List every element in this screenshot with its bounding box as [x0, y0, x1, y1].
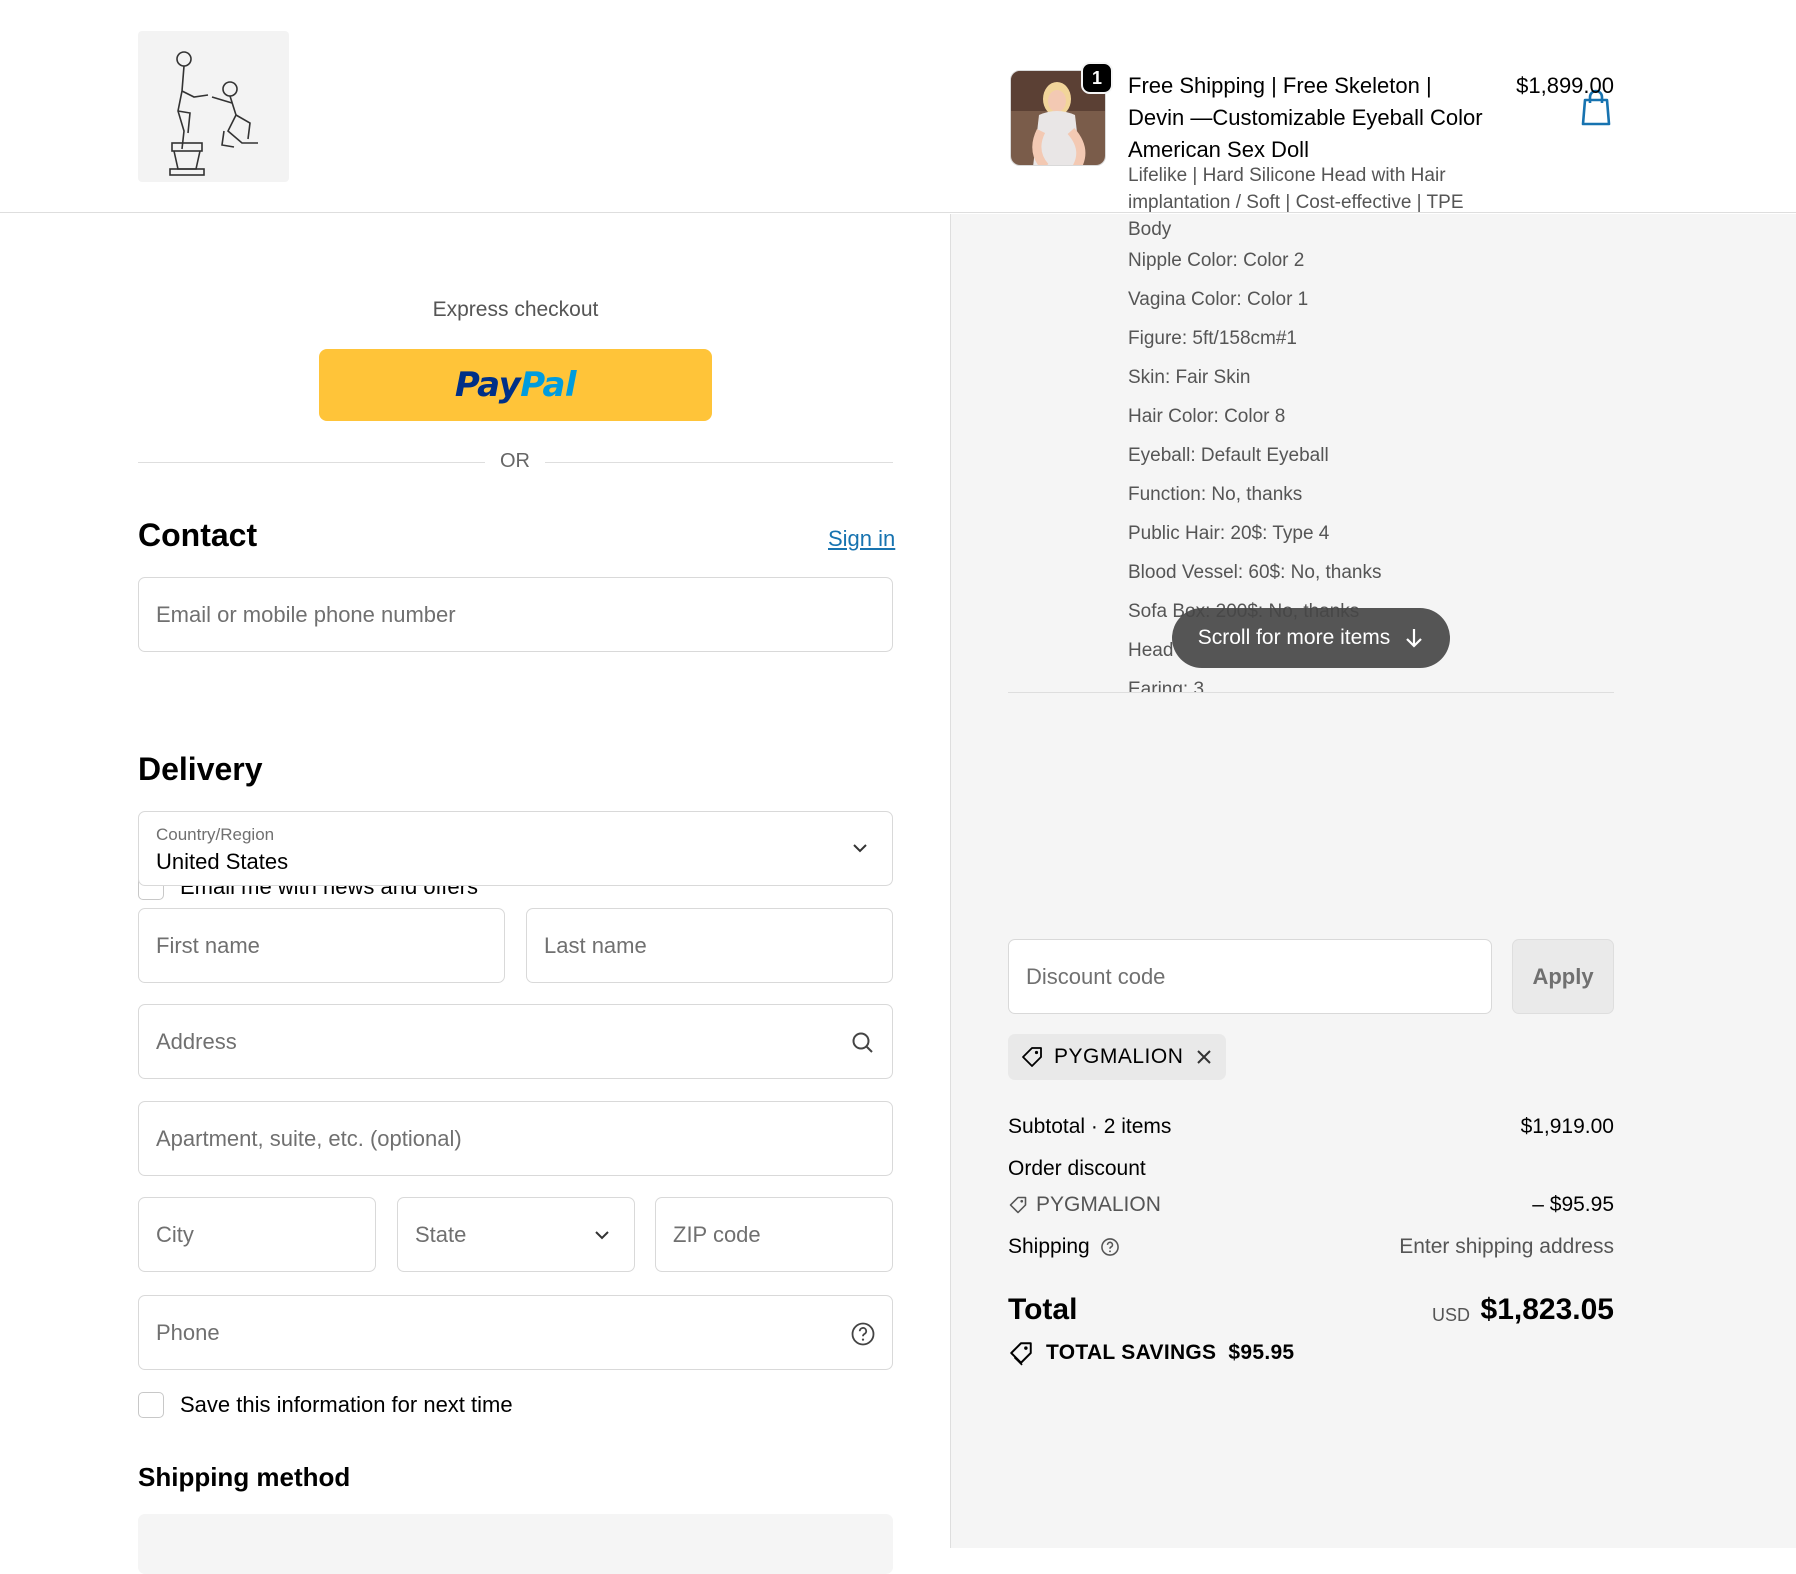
contact-heading: Contact	[138, 517, 258, 553]
shipping-value: Enter shipping address	[1399, 1235, 1614, 1258]
product-option: Public Hair: 20$: Type 4	[1128, 523, 1330, 544]
apply-button[interactable]: Apply	[1512, 939, 1614, 1014]
product-option: Earing: 3	[1128, 679, 1205, 692]
total-currency: USD	[1432, 1305, 1471, 1325]
product-option: Hair Color: Color 8	[1128, 406, 1286, 427]
shipping-method-heading: Shipping method	[138, 1462, 351, 1492]
paypal-logo-part1: Pay	[454, 365, 521, 405]
delivery-heading: Delivery	[138, 751, 263, 787]
summary-divider	[1008, 692, 1614, 693]
zip-field[interactable]	[655, 1197, 893, 1272]
country-select[interactable]: Country/Region United States	[138, 811, 893, 886]
product-option: Head	[1128, 640, 1174, 661]
city-field[interactable]	[138, 1197, 376, 1272]
or-text: OR	[485, 450, 545, 473]
help-circle-icon[interactable]	[850, 1321, 876, 1347]
applied-discount-chip: PYGMALION	[1008, 1034, 1226, 1080]
quantity-badge: 1	[1081, 62, 1113, 94]
header	[0, 0, 1796, 213]
help-circle-icon[interactable]	[1100, 1237, 1120, 1257]
arrow-down-icon	[1406, 629, 1423, 648]
product-title: Free Shipping | Free Skeleton | Devin —C…	[1128, 73, 1483, 162]
subtotal-value: $1,919.00	[1520, 1115, 1614, 1138]
discount-input[interactable]	[1009, 940, 1491, 1013]
savings-label: TOTAL SAVINGS	[1046, 1341, 1217, 1364]
city-input[interactable]	[139, 1198, 375, 1271]
product-price: $1,899.00	[1516, 73, 1614, 98]
phone-input[interactable]	[139, 1296, 892, 1369]
scroll-for-more-button[interactable]: Scroll for more items	[1172, 608, 1450, 668]
discount-code: PYGMALION	[1036, 1193, 1161, 1216]
tag-icon	[1022, 1047, 1042, 1067]
shipping-method-box	[138, 1514, 893, 1574]
address-input[interactable]	[139, 1005, 892, 1078]
first-name-field[interactable]	[138, 908, 505, 983]
save-info-label: Save this information for next time	[180, 1392, 513, 1417]
scroll-pill-label: Scroll for more items	[1197, 626, 1391, 649]
applied-code: PYGMALION	[1054, 1045, 1184, 1068]
product-option: Eyeball: Default Eyeball	[1128, 445, 1329, 466]
chevron-down-icon	[853, 844, 867, 853]
sign-in-link[interactable]: Sign in	[828, 526, 895, 552]
email-input[interactable]	[139, 578, 892, 651]
state-select[interactable]: State	[397, 1197, 635, 1272]
product-option: Skin: Fair Skin	[1128, 367, 1251, 388]
last-name-field[interactable]	[526, 908, 893, 983]
country-label: Country/Region	[156, 825, 275, 844]
save-info-checkbox-row[interactable]: Save this information for next time	[138, 1392, 513, 1418]
total-savings: TOTAL SAVINGS $95.95	[1008, 1340, 1294, 1366]
paypal-button[interactable]: PayPal	[319, 349, 712, 421]
product-description: Lifelike | Hard Silicone Head with Hair …	[1128, 165, 1464, 240]
email-field[interactable]	[138, 577, 893, 652]
store-logo[interactable]	[138, 31, 289, 182]
tags-icon	[1010, 1342, 1032, 1366]
search-icon	[852, 1032, 873, 1053]
close-icon[interactable]	[1194, 1047, 1214, 1067]
apartment-input[interactable]	[139, 1102, 892, 1175]
apartment-field[interactable]	[138, 1101, 893, 1176]
subtotal-label: Subtotal · 2 items	[1008, 1115, 1172, 1138]
savings-value: $95.95	[1228, 1341, 1295, 1364]
express-checkout-title: Express checkout	[432, 298, 599, 321]
total-label: Total	[1008, 1293, 1078, 1326]
checkout-form: Express checkout PayPal OR Contact Sign …	[0, 214, 950, 1574]
order-discount-label: Order discount	[1008, 1157, 1146, 1180]
phone-field[interactable]	[138, 1295, 893, 1370]
state-label: State	[415, 1222, 467, 1247]
address-field[interactable]	[138, 1004, 893, 1079]
zip-input[interactable]	[656, 1198, 892, 1271]
paypal-logo-part2: Pal	[520, 365, 577, 405]
product-option: Vagina Color: Color 1	[1128, 289, 1309, 310]
total-amount: $1,823.05	[1480, 1293, 1614, 1326]
product-option: Function: No, thanks	[1128, 484, 1303, 505]
first-name-input[interactable]	[139, 909, 504, 982]
product-option: Blood Vessel: 60$: No, thanks	[1128, 562, 1382, 583]
tag-icon	[1009, 1196, 1027, 1214]
country-value: United States	[156, 849, 289, 874]
chevron-down-icon	[595, 1231, 609, 1240]
save-info-checkbox[interactable]	[138, 1392, 164, 1418]
product-option: Figure: 5ft/158cm#1	[1128, 328, 1297, 349]
shipping-label: Shipping	[1008, 1235, 1090, 1258]
shipping-row: Shipping	[1008, 1235, 1120, 1259]
discount-code-row: PYGMALION	[1008, 1193, 1161, 1217]
product-option: Nipple Color: Color 2	[1128, 250, 1305, 271]
statue-logo-icon	[169, 51, 258, 176]
discount-field[interactable]	[1008, 939, 1492, 1014]
last-name-input[interactable]	[527, 909, 892, 982]
discount-value: – $95.95	[1532, 1193, 1614, 1216]
